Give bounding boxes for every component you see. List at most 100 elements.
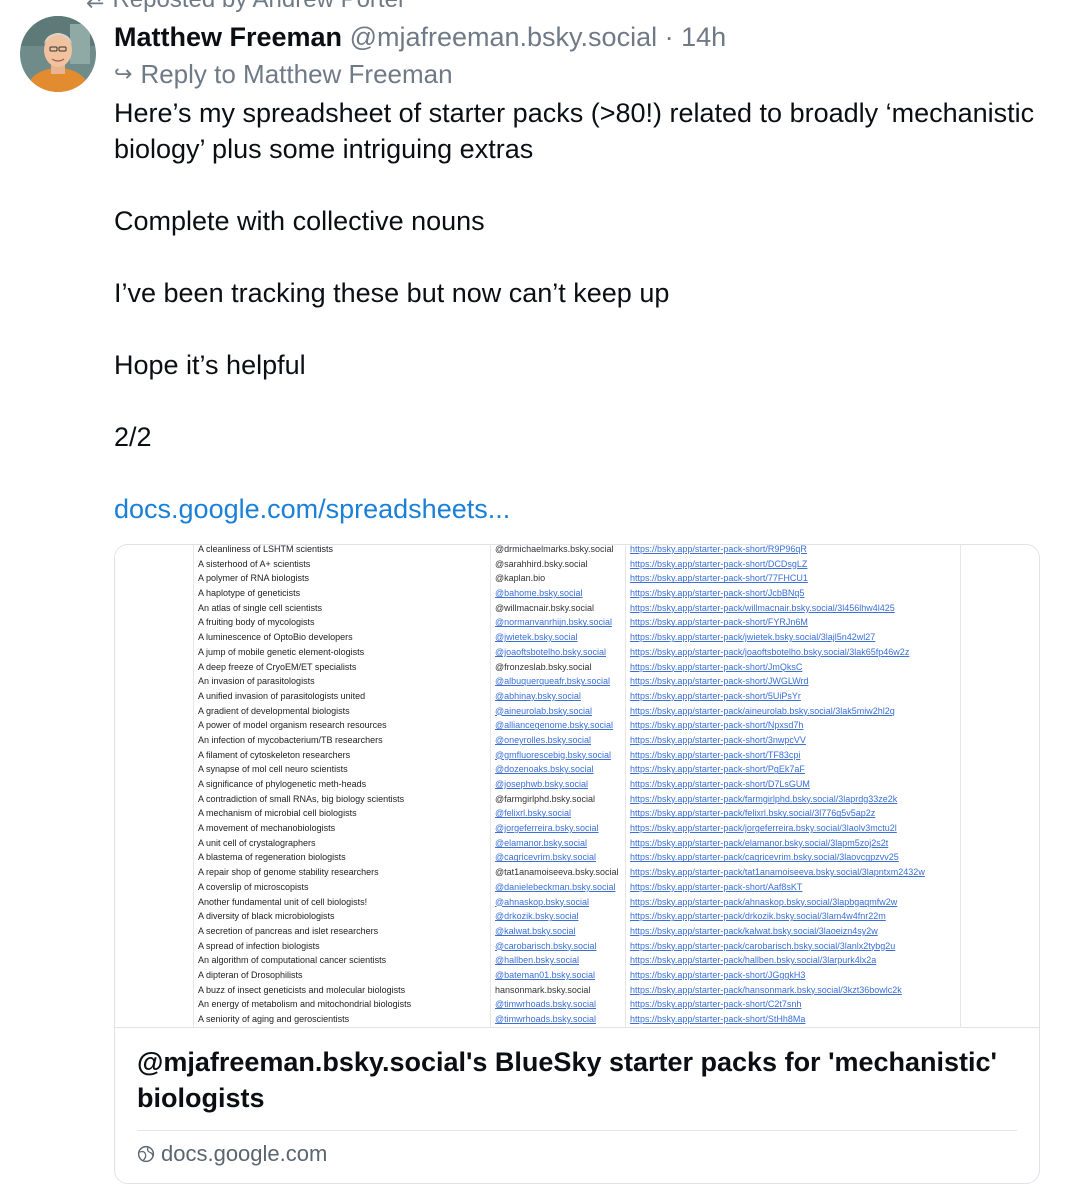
sheet-row: A sisterhood of A+ scientists @sarahhird.…	[115, 556, 1039, 572]
sheet-row: A repair shop of genome stability resear…	[115, 865, 1039, 880]
sheet-cell-handle: @aineurolab.bsky.social	[490, 703, 625, 719]
sheet-row: A buzz of insect geneticists and molecul…	[115, 982, 1039, 998]
avatar[interactable]	[20, 16, 96, 92]
sheet-cell-handle: @felixrl.bsky.social	[490, 806, 625, 822]
sheet-cell-url: https://bsky.app/starter-pack/carobarisc…	[625, 938, 960, 954]
sheet-cell-blank	[960, 938, 1039, 954]
sheet-cell-handle: @drmichaelmarks.bsky.social	[490, 545, 625, 557]
sheet-cell-url: https://bsky.app/starter-pack-short/D7Ls…	[625, 777, 960, 792]
sheet-cell-handle: @bahome.bsky.social	[490, 586, 625, 601]
link-preview-card[interactable]: A cleanliness of LSHTM scientists @drmich…	[114, 544, 1040, 1184]
sheet-row: A haplotype of geneticists @bahome.bsky.s…	[115, 586, 1039, 601]
sheet-cell-blank	[115, 982, 194, 998]
sheet-cell-handle: @sarahhird.bsky.social	[490, 556, 625, 572]
card-domain: docs.google.com	[115, 1141, 1039, 1167]
sheet-cell-blank	[115, 821, 194, 836]
sheet-cell-name: A diversity of black microbiologists	[198, 911, 335, 922]
sheet-cell-url: https://bsky.app/starter-pack-short/JmQk…	[625, 659, 960, 675]
post-content: Matthew Freeman @mjafreeman.bsky.social …	[114, 18, 1044, 527]
sheet-cell-name: A contradiction of small RNAs, big biolo…	[198, 793, 405, 804]
sheet-cell-blank	[115, 879, 194, 895]
sheet-cell-name: A filament of cytoskeleton researchers	[198, 749, 351, 760]
sheet-row: A jump of mobile genetic element-ologist…	[115, 644, 1039, 660]
post-link[interactable]: docs.google.com/spreadsheets...	[114, 491, 1044, 527]
sheet-cell-blank	[115, 997, 194, 1012]
sheet-cell-blank	[960, 762, 1039, 777]
sheet-cell-blank	[115, 923, 194, 939]
sheet-cell-blank	[960, 879, 1039, 895]
sheet-cell-blank	[115, 703, 194, 719]
sheet-cell-url: https://bsky.app/starter-pack-short/5UiP…	[625, 688, 960, 704]
sheet-cell-name: A cleanliness of LSHTM scientists	[198, 545, 334, 554]
repost-header[interactable]: ⇄ Reposted by Andrew Porter	[86, 0, 406, 14]
card-divider	[137, 1130, 1017, 1131]
sheet-cell-blank	[115, 762, 194, 777]
sheet-cell-handle: @albuquerqueafr.bsky.social	[490, 674, 625, 689]
sheet-cell-name: A buzz of insect geneticists and molecul…	[198, 984, 406, 995]
sheet-row: An algorithm of computational cancer sci…	[115, 953, 1039, 968]
sheet-cell-handle: @hallben.bsky.social	[490, 953, 625, 968]
sheet-cell-name: A fruiting body of mycologists	[198, 617, 315, 628]
sheet-cell-blank	[115, 571, 194, 587]
post-paragraph: 2/2	[114, 422, 152, 452]
sheet-cell-name: A unified invasion of parasitologists un…	[198, 690, 366, 701]
sheet-cell-blank	[960, 703, 1039, 719]
sheet-cell-url: https://bsky.app/starter-pack/aineurolab…	[625, 703, 960, 719]
sheet-cell-name: An infection of mycobacterium/TB researc…	[198, 734, 383, 745]
sheet-cell-blank	[960, 659, 1039, 675]
sheet-cell-name: A secretion of pancreas and islet resear…	[198, 925, 379, 936]
repost-label: Reposted by Andrew Porter	[112, 0, 406, 14]
sheet-cell-blank	[115, 644, 194, 660]
sheet-cell-handle: @danielebeckman.bsky.social	[490, 879, 625, 895]
sheet-cell-name: A luminescence of OptoBio developers	[198, 632, 353, 643]
sheet-cell-url: https://bsky.app/starter-pack/elamanor.b…	[625, 835, 960, 851]
author-name[interactable]: Matthew Freeman	[114, 22, 342, 52]
sheet-cell-name: A blastema of regeneration biologists	[198, 852, 346, 863]
sheet-cell-handle: @jorgeferreira.bsky.social	[490, 821, 625, 836]
post-paragraph: Here’s my spreadsheet of starter packs (…	[114, 98, 1035, 164]
sheet-cell-handle: @alliancegenome.bsky.social	[490, 718, 625, 733]
card-domain-label: docs.google.com	[161, 1141, 328, 1166]
author-handle[interactable]: @mjafreeman.bsky.social	[350, 22, 658, 52]
sheet-cell-blank	[960, 674, 1039, 689]
reply-arrow-icon: ↪	[114, 61, 133, 86]
sheet-cell-name: A haplotype of geneticists	[198, 588, 301, 599]
reply-label: Reply to Matthew Freeman	[140, 59, 453, 89]
sheet-cell-blank	[960, 894, 1039, 910]
meta-separator: ·	[664, 22, 674, 52]
post-paragraph: Complete with collective nouns	[114, 206, 485, 236]
sheet-row: A movement of mechanobiologists @jorgefer…	[115, 821, 1039, 836]
sheet-cell-blank	[960, 923, 1039, 939]
sheet-cell-url: https://bsky.app/starter-pack/kalwat.bsk…	[625, 923, 960, 939]
sheet-row: An atlas of single cell scientists @willm…	[115, 600, 1039, 616]
sheet-cell-url: https://bsky.app/starter-pack-short/JWGL…	[625, 674, 960, 689]
sheet-cell-blank	[115, 953, 194, 968]
sheet-cell-blank	[960, 630, 1039, 645]
post-time[interactable]: 14h	[681, 22, 726, 52]
sheet-row: A luminescence of OptoBio developers @jwi…	[115, 630, 1039, 645]
sheet-cell-name: A significance of phylogenetic meth-head…	[198, 779, 367, 789]
sheet-row: A significance of phylogenetic meth-head…	[115, 777, 1039, 792]
repost-icon: ⇄	[86, 0, 104, 13]
sheet-row: A secretion of pancreas and islet resear…	[115, 923, 1039, 939]
post-paragraph: Hope it’s helpful	[114, 350, 306, 380]
sheet-cell-name: A unit cell of crystalographers	[198, 837, 316, 848]
sheet-cell-blank	[115, 747, 194, 763]
sheet-cell-handle: @jwietek.bsky.social	[490, 630, 625, 645]
sheet-cell-blank	[115, 967, 194, 983]
sheet-cell-blank	[960, 953, 1039, 968]
sheet-cell-blank	[115, 938, 194, 954]
sheet-cell-url: https://bsky.app/starter-pack/cagricevri…	[625, 850, 960, 866]
sheet-cell-blank	[960, 777, 1039, 792]
sheet-cell-blank	[960, 835, 1039, 851]
sheet-row: Another fundamental unit of cell biologi…	[115, 894, 1039, 910]
sheet-cell-name: A mechanism of microbial cell biologists	[198, 808, 357, 819]
sheet-cell-url: https://bsky.app/starter-pack/willmacnai…	[625, 600, 960, 616]
sheet-cell-name: A repair shop of genome stability resear…	[198, 867, 379, 878]
sheet-cell-url: https://bsky.app/starter-pack-short/Aaf8…	[625, 879, 960, 895]
sheet-cell-name: A power of model organism research resou…	[198, 720, 387, 731]
reply-indicator[interactable]: ↪ Reply to Matthew Freeman	[114, 56, 1044, 92]
sheet-cell-blank	[960, 806, 1039, 822]
sheet-cell-url: https://bsky.app/starter-pack/jwietek.bs…	[625, 630, 960, 645]
sheet-cell-blank	[115, 806, 194, 822]
